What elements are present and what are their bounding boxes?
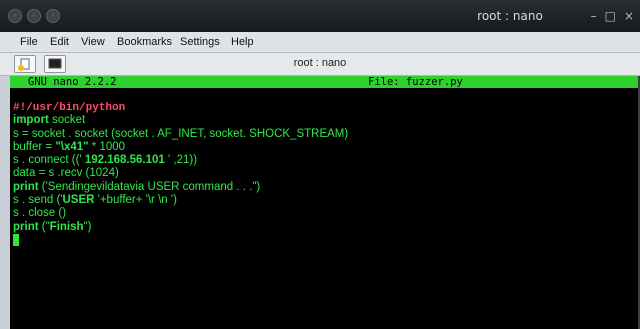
code-line: print ('Sendingevildatavia USER command … <box>13 180 261 193</box>
window-controls: – □ × <box>591 9 634 23</box>
menu-help[interactable]: Help <box>231 36 254 48</box>
menu-file[interactable]: File <box>20 36 38 48</box>
code-line: buffer = "\x41" * 1000 <box>13 140 126 153</box>
close-icon[interactable]: × <box>624 9 634 23</box>
code-editor[interactable]: #!/usr/bin/python import socket s = sock… <box>13 101 348 247</box>
code-line: s . connect ((' 192.168.56.101 ' ,21)) <box>13 154 198 167</box>
nano-header: GNU nano 2.2.2 File: fuzzer.py <box>10 76 640 88</box>
text-cursor <box>13 233 19 246</box>
menu-edit[interactable]: Edit <box>50 36 69 48</box>
tab-bar: root : nano <box>0 53 640 76</box>
maximize-icon[interactable]: □ <box>605 9 616 23</box>
code-line: import socket <box>13 114 86 127</box>
code-line: #!/usr/bin/python <box>13 102 126 114</box>
code-line: s . send ('USER '+buffer+ '\r \n ') <box>13 194 177 207</box>
tab-root-nano[interactable]: root : nano <box>0 57 640 69</box>
code-line: s . close () <box>13 207 67 220</box>
minimize-icon[interactable]: – <box>591 9 597 23</box>
terminal-area[interactable]: GNU nano 2.2.2 File: fuzzer.py #!/usr/bi… <box>10 76 640 329</box>
nano-version: GNU nano 2.2.2 <box>28 76 117 88</box>
code-line: print ("Finish") <box>13 220 92 233</box>
nano-filename: File: fuzzer.py <box>368 76 463 88</box>
code-line: data = s .recv (1024) <box>13 167 119 180</box>
window-title: root : nano <box>477 9 543 23</box>
menu-settings[interactable]: Settings <box>180 36 220 48</box>
window-titlebar: ◦ ◦ ◦ root : nano – □ × <box>0 0 640 32</box>
code-line <box>13 233 348 247</box>
menu-view[interactable]: View <box>81 36 105 48</box>
menu-bar: File Edit View Bookmarks Settings Help <box>0 32 640 53</box>
code-line: s = socket . socket (socket . AF_INET, s… <box>13 127 349 140</box>
menu-bookmarks[interactable]: Bookmarks <box>117 36 172 48</box>
